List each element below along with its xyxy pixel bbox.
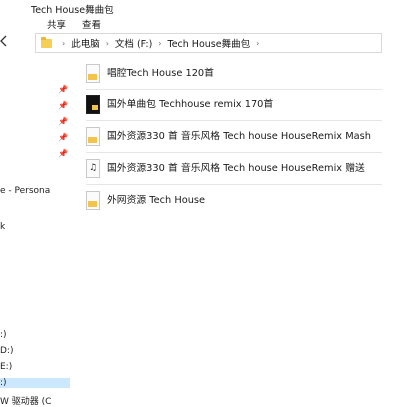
pin-icon[interactable]: 📌 bbox=[58, 133, 68, 142]
chevron-right-icon[interactable]: › bbox=[106, 39, 109, 48]
sidebar-item-drive-w[interactable]: W 驱动器 (C bbox=[0, 394, 51, 407]
list-item[interactable]: 唱腔Tech House 120首 bbox=[86, 59, 382, 90]
dark-folder-file-icon bbox=[86, 95, 100, 114]
file-name: 国外资源330 首 音乐风格 Tech house HouseRemix 赠送 bbox=[107, 163, 365, 174]
folder-file-icon bbox=[86, 127, 100, 146]
pin-icon[interactable]: 📌 bbox=[58, 117, 68, 126]
sidebar-item-onedrive[interactable]: e - Persona bbox=[0, 186, 50, 196]
music-file-icon: ♫ bbox=[86, 159, 100, 178]
window-title: Tech House舞曲包 bbox=[31, 5, 114, 16]
list-item[interactable]: ♫ 国外资源330 首 音乐风格 Tech house HouseRemix 赠… bbox=[86, 154, 382, 185]
chevron-left-icon[interactable] bbox=[0, 35, 14, 51]
breadcrumb: › 此电脑 › 文档 (F:) › Tech House舞曲包 › bbox=[41, 36, 265, 50]
sidebar-item-drive-d[interactable]: D:) bbox=[0, 346, 13, 356]
folder-file-icon bbox=[86, 191, 100, 210]
file-name: 唱腔Tech House 120首 bbox=[107, 68, 214, 79]
pin-icon[interactable]: 📌 bbox=[58, 85, 68, 94]
ribbon: 共享 查看 bbox=[0, 17, 400, 31]
folder-icon bbox=[41, 36, 52, 48]
sidebar-item-drive[interactable]: :) bbox=[0, 330, 7, 340]
pin-icon[interactable]: 📌 bbox=[58, 101, 68, 110]
title-bar: Tech House舞曲包 bbox=[0, 0, 400, 17]
pin-icon[interactable]: 📌 bbox=[58, 149, 68, 158]
folder-file-icon bbox=[86, 64, 100, 83]
file-name: 国外资源330 首 音乐风格 Tech house HouseRemix Mas… bbox=[107, 131, 371, 142]
tab-share[interactable]: 共享 bbox=[47, 17, 66, 31]
chevron-right-icon[interactable]: › bbox=[256, 39, 259, 48]
breadcrumb-current-folder[interactable]: Tech House舞曲包 bbox=[168, 36, 251, 50]
navigation-pane: 📌 📌 📌 📌 📌 e - Persona k :) D:) E:) :) W … bbox=[0, 56, 72, 407]
tab-view[interactable]: 查看 bbox=[82, 17, 101, 31]
list-item[interactable]: 国外资源330 首 音乐风格 Tech house HouseRemix Mas… bbox=[86, 122, 382, 153]
breadcrumb-drive-f[interactable]: 文档 (F:) bbox=[115, 36, 152, 50]
address-bar[interactable]: › 此电脑 › 文档 (F:) › Tech House舞曲包 › bbox=[35, 33, 382, 53]
sidebar-item-drive-e[interactable]: E:) bbox=[0, 362, 12, 372]
chevron-right-icon[interactable]: › bbox=[158, 39, 161, 48]
list-item[interactable]: 国外单曲包 Techhouse remix 170首 bbox=[86, 90, 382, 121]
sidebar-item-drive-f[interactable]: :) bbox=[0, 378, 70, 388]
file-name: 国外单曲包 Techhouse remix 170首 bbox=[107, 99, 274, 110]
breadcrumb-this-pc[interactable]: 此电脑 bbox=[71, 36, 100, 50]
sidebar-item-network[interactable]: k bbox=[0, 222, 5, 232]
chevron-right-icon[interactable]: › bbox=[62, 39, 65, 48]
file-name: 外网资源 Tech House bbox=[107, 195, 206, 206]
list-item[interactable]: 外网资源 Tech House bbox=[86, 186, 382, 216]
